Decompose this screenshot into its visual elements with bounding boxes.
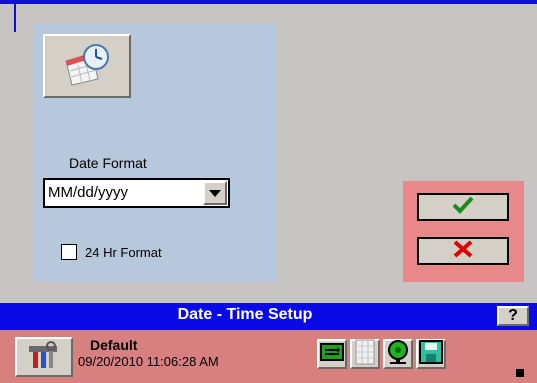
alarm-button[interactable] (383, 339, 413, 369)
x-icon (452, 239, 474, 263)
date-format-value: MM/dd/yyyy (48, 184, 129, 201)
cancel-button[interactable] (417, 237, 509, 265)
save-icon (419, 339, 443, 369)
date-settings-panel: Date Format MM/dd/yyyy 24 Hr Format (33, 24, 277, 282)
window-frame: Date Format MM/dd/yyyy 24 Hr Format Date… (0, 0, 537, 383)
network-button[interactable] (317, 339, 347, 369)
profile-name: Default (90, 337, 138, 353)
hr24-option[interactable]: 24 Hr Format (61, 244, 162, 260)
help-button[interactable]: ? (497, 306, 529, 326)
hr24-label: 24 Hr Format (85, 244, 162, 260)
tools-icon (27, 340, 61, 375)
ok-button[interactable] (417, 193, 509, 221)
list-button[interactable] (350, 339, 380, 369)
action-panel (403, 181, 524, 282)
tools-button[interactable] (15, 337, 73, 377)
network-icon (320, 342, 344, 367)
save-button[interactable] (416, 339, 446, 369)
hr24-checkbox[interactable] (61, 244, 77, 260)
date-format-select[interactable]: MM/dd/yyyy (43, 178, 230, 208)
checkmark-icon (452, 196, 474, 219)
title-bar: Date - Time Setup ? (0, 303, 537, 330)
timestamp: 09/20/2010 11:06:28 AM (78, 354, 219, 369)
chevron-down-icon (209, 189, 221, 197)
alarm-bell-icon (386, 339, 410, 370)
list-icon (354, 339, 376, 370)
date-format-label: Date Format (69, 155, 147, 171)
status-bar: Default 09/20/2010 11:06:28 AM (0, 330, 537, 383)
left-edge-accent (14, 0, 16, 32)
calendar-clock-icon (62, 41, 112, 92)
dropdown-arrow-button[interactable] (203, 181, 227, 205)
page-title: Date - Time Setup (177, 306, 313, 323)
calendar-button[interactable] (43, 34, 131, 98)
resize-grip (516, 369, 524, 377)
